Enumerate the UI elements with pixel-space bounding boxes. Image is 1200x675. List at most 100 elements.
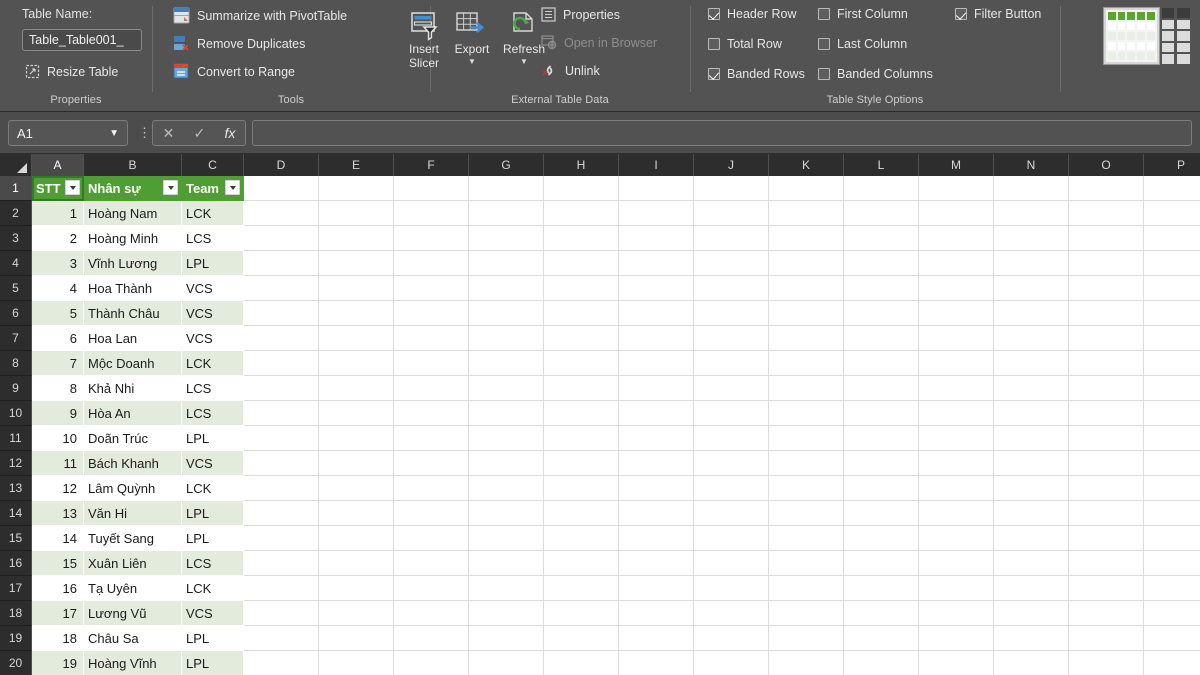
cell-H20[interactable]	[544, 651, 619, 675]
row-header-10[interactable]: 10	[0, 401, 32, 426]
cell-F17[interactable]	[394, 576, 469, 601]
cell-N2[interactable]	[994, 201, 1069, 226]
cell-E15[interactable]	[319, 526, 394, 551]
cell-M15[interactable]	[919, 526, 994, 551]
row-header-18[interactable]: 18	[0, 601, 32, 626]
cell-G6[interactable]	[469, 301, 544, 326]
cell-F13[interactable]	[394, 476, 469, 501]
cell-N10[interactable]	[994, 401, 1069, 426]
cell-G7[interactable]	[469, 326, 544, 351]
cell-M2[interactable]	[919, 201, 994, 226]
cell-H5[interactable]	[544, 276, 619, 301]
cell-P4[interactable]	[1144, 251, 1200, 276]
cell-F14[interactable]	[394, 501, 469, 526]
cell-M17[interactable]	[919, 576, 994, 601]
cell-M14[interactable]	[919, 501, 994, 526]
cell-B10[interactable]: Hòa An	[84, 401, 182, 426]
cell-K10[interactable]	[769, 401, 844, 426]
cell-G14[interactable]	[469, 501, 544, 526]
cell-O11[interactable]	[1069, 426, 1144, 451]
cell-O13[interactable]	[1069, 476, 1144, 501]
cell-K16[interactable]	[769, 551, 844, 576]
cell-J8[interactable]	[694, 351, 769, 376]
cell-I2[interactable]	[619, 201, 694, 226]
cell-L6[interactable]	[844, 301, 919, 326]
cell-I1[interactable]	[619, 176, 694, 201]
cell-L18[interactable]	[844, 601, 919, 626]
cell-J13[interactable]	[694, 476, 769, 501]
option-banded-rows[interactable]: Banded Rows	[708, 67, 805, 81]
cell-C15[interactable]: LPL	[182, 526, 244, 551]
cell-F15[interactable]	[394, 526, 469, 551]
column-header-b[interactable]: B	[84, 154, 182, 176]
cell-B12[interactable]: Bách Khanh	[84, 451, 182, 476]
cell-G11[interactable]	[469, 426, 544, 451]
option-banded-columns[interactable]: Banded Columns	[818, 67, 933, 81]
cell-P17[interactable]	[1144, 576, 1200, 601]
column-header-i[interactable]: I	[619, 154, 694, 176]
column-header-f[interactable]: F	[394, 154, 469, 176]
cell-J6[interactable]	[694, 301, 769, 326]
column-header-a[interactable]: A	[32, 154, 84, 176]
cell-P20[interactable]	[1144, 651, 1200, 675]
cell-H18[interactable]	[544, 601, 619, 626]
cell-L8[interactable]	[844, 351, 919, 376]
cell-A9[interactable]: 8	[32, 376, 84, 401]
cell-A20[interactable]: 19	[32, 651, 84, 675]
option-first-column[interactable]: First Column	[818, 7, 908, 21]
cell-O19[interactable]	[1069, 626, 1144, 651]
cell-J17[interactable]	[694, 576, 769, 601]
checkbox-last-column[interactable]	[818, 38, 830, 50]
cell-H1[interactable]	[544, 176, 619, 201]
cell-E17[interactable]	[319, 576, 394, 601]
name-box[interactable]: A1 ▼	[8, 120, 128, 146]
cell-E1[interactable]	[319, 176, 394, 201]
cell-A19[interactable]: 18	[32, 626, 84, 651]
cell-H11[interactable]	[544, 426, 619, 451]
cell-E4[interactable]	[319, 251, 394, 276]
cell-L3[interactable]	[844, 226, 919, 251]
cell-O1[interactable]	[1069, 176, 1144, 201]
cell-F2[interactable]	[394, 201, 469, 226]
filter-dropdown-icon[interactable]	[65, 180, 80, 195]
summarize-with-pivottable-button[interactable]: Summarize with PivotTable	[170, 5, 350, 26]
cell-P16[interactable]	[1144, 551, 1200, 576]
cell-E16[interactable]	[319, 551, 394, 576]
cell-K11[interactable]	[769, 426, 844, 451]
cell-E8[interactable]	[319, 351, 394, 376]
cell-A3[interactable]: 2	[32, 226, 84, 251]
enter-icon[interactable]: ✓	[194, 125, 206, 142]
row-header-16[interactable]: 16	[0, 551, 32, 576]
chevron-down-icon[interactable]: ▼	[109, 128, 119, 139]
cell-L15[interactable]	[844, 526, 919, 551]
formula-bar-more-icon[interactable]: ⋮	[138, 126, 151, 140]
cell-O10[interactable]	[1069, 401, 1144, 426]
column-header-p[interactable]: P	[1144, 154, 1200, 176]
cell-H2[interactable]	[544, 201, 619, 226]
column-header-c[interactable]: C	[182, 154, 244, 176]
table-style-preview-2[interactable]	[1162, 8, 1175, 64]
cell-E19[interactable]	[319, 626, 394, 651]
cell-K12[interactable]	[769, 451, 844, 476]
cell-H17[interactable]	[544, 576, 619, 601]
cell-I13[interactable]	[619, 476, 694, 501]
cell-G8[interactable]	[469, 351, 544, 376]
cell-D5[interactable]	[244, 276, 319, 301]
cell-O4[interactable]	[1069, 251, 1144, 276]
cell-H6[interactable]	[544, 301, 619, 326]
cell-C4[interactable]: LPL	[182, 251, 244, 276]
cell-M20[interactable]	[919, 651, 994, 675]
cell-K19[interactable]	[769, 626, 844, 651]
row-header-2[interactable]: 2	[0, 201, 32, 226]
cell-C1[interactable]: Team	[182, 176, 244, 201]
cell-N3[interactable]	[994, 226, 1069, 251]
cell-G1[interactable]	[469, 176, 544, 201]
cell-M9[interactable]	[919, 376, 994, 401]
cell-M4[interactable]	[919, 251, 994, 276]
row-header-3[interactable]: 3	[0, 226, 32, 251]
cell-E12[interactable]	[319, 451, 394, 476]
refresh-dropdown-caret[interactable]: ▼	[520, 58, 528, 66]
cell-K17[interactable]	[769, 576, 844, 601]
cell-B3[interactable]: Hoàng Minh	[84, 226, 182, 251]
cell-E5[interactable]	[319, 276, 394, 301]
